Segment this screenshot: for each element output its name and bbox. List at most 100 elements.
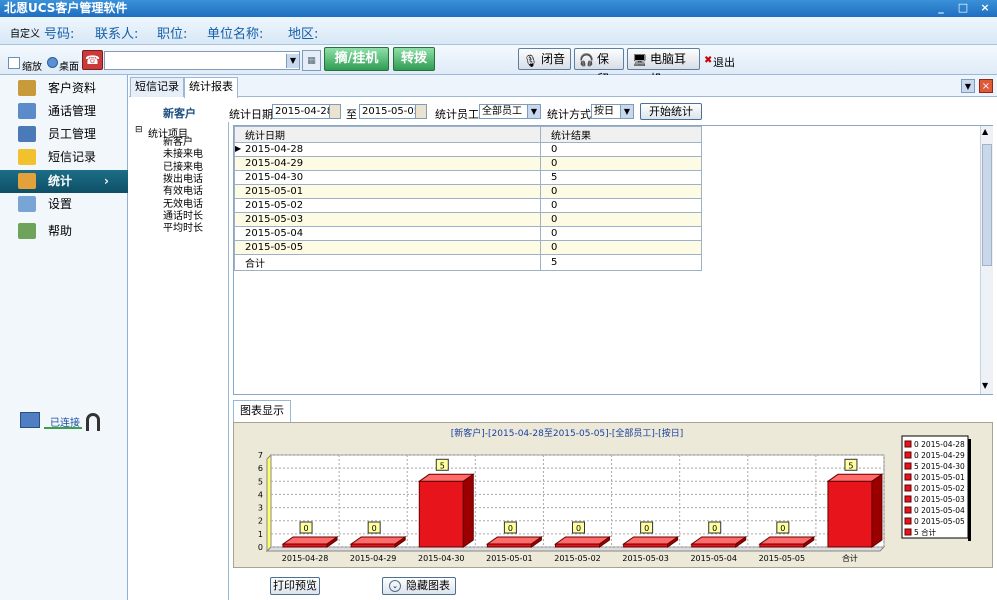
hold-button[interactable]: 🎧 保留 [574,48,624,86]
y-tick-label: 4 [258,490,263,499]
section-title: 新客户 [163,107,196,120]
table-row[interactable]: 2015-04-30 5 [234,170,702,185]
phone-label: 号码: [44,27,75,42]
dropdown-icon[interactable]: ▼ [961,79,975,93]
sidebar-item-customer[interactable]: 客户资料 [0,77,128,100]
sidebar-item-sms[interactable]: 短信记录 [0,146,128,169]
table-row[interactable]: 合计 5 [234,254,702,271]
tree-item[interactable]: 已接来电 [163,162,203,174]
envelope-icon [18,149,36,165]
close-tab-icon[interactable]: × [979,79,993,93]
minimize-button[interactable]: _ [933,1,949,16]
chart-left-wall [266,453,272,553]
print-preview-button[interactable]: 打印预览 [270,577,320,595]
tab-stats[interactable]: 统计报表 [184,77,238,98]
sidebar-item-stats[interactable]: 统计 › [0,170,128,193]
collapse-icon[interactable]: ⊟ [135,125,143,135]
table-row[interactable]: 2015-05-04 0 [234,226,702,241]
bar-side [871,473,883,548]
transfer-button[interactable]: 转拨 [393,47,435,71]
calendar-icon[interactable] [415,104,427,119]
monitor-icon [20,412,40,428]
sidebar-item-help[interactable]: 帮助 [0,220,128,243]
cell-date: 2015-05-04 [234,226,541,241]
legend-swatch [904,517,912,525]
scroll-up-icon[interactable]: ▲ [982,127,988,136]
table-row[interactable]: 2015-05-05 0 [234,240,702,255]
column-header-date[interactable]: 统计日期 [234,126,541,143]
start-stats-button[interactable]: 开始统计 [640,103,702,120]
desktop-label: 桌面 [59,62,79,73]
date-label: 统计日期 [229,108,273,121]
chevron-down-icon[interactable]: ▼ [527,105,540,118]
calendar-icon[interactable] [329,104,341,119]
cell-date: 2015-04-28 [234,142,541,157]
bar [827,480,873,548]
chevron-down-icon: ⌄ [389,580,401,592]
pc-headset-button[interactable]: 🖥 电脑耳机 [627,48,700,86]
cell-result: 0 [540,184,702,199]
call-log-icon [18,103,36,119]
y-tick-label: 5 [258,477,263,486]
legend-entry: 0 2015-05-04 [914,506,965,515]
data-label: 0 [576,524,581,533]
sidebar-item-label: 统计 [48,174,73,188]
table-row[interactable]: 2015-04-28 0 [234,142,702,157]
exit-button[interactable]: 退出 [713,54,735,70]
stats-tree: ⊟ 统计项目 新客户 未接来电 已接来电 拨出电话 有效电话 无效电话 通话时长 平均时长 [129,122,229,600]
legend-swatch [904,462,912,470]
column-header-result[interactable]: 统计结果 [540,126,702,143]
hangup-button[interactable]: 摘/挂机 [324,47,389,71]
desktop-radio[interactable] [47,57,58,68]
maximize-button[interactable]: □ [955,1,971,16]
title-bar: 北恩UCS客户管理软件 [0,0,997,17]
to-label: 至 [346,108,357,121]
x-tick-label: 2015-05-05 [759,554,806,563]
cell-date: 合计 [234,254,541,271]
cell-date: 2015-05-03 [234,212,541,227]
sidebar-item-settings[interactable]: 设置 [0,193,128,216]
tree-item[interactable]: 无效电话 [163,199,203,211]
tree-item[interactable]: 拨出电话 [163,174,203,186]
bar-side [462,473,474,548]
custom-button[interactable]: 自定义 [10,25,40,40]
sidebar-item-calls[interactable]: 通话管理 [0,100,128,123]
data-label: 5 [848,461,853,470]
chevron-down-icon[interactable]: ▼ [286,54,299,68]
legend-swatch [904,451,912,459]
tab-sms[interactable]: 短信记录 [130,77,184,97]
table-row[interactable]: 2015-05-01 0 [234,184,702,199]
chevron-down-icon[interactable]: ▼ [620,105,633,118]
position-label: 职位: [157,27,188,42]
legend-swatch [904,440,912,448]
tree-item[interactable]: 新客户 [163,137,193,149]
sidebar-item-label: 帮助 [48,224,73,238]
table-row[interactable]: 2015-05-02 0 [234,198,702,213]
sidebar-item-label: 客户资料 [48,81,97,95]
y-tick-label: 0 [258,543,263,552]
hide-chart-button[interactable]: ⌄ 隐藏图表 [382,577,456,595]
bar-chart-icon [18,173,36,189]
vertical-scrollbar[interactable]: ▲ ▼ [980,126,993,394]
scrollbar-thumb[interactable] [982,144,992,266]
cell-result: 0 [540,240,702,255]
sidebar-item-staff[interactable]: 员工管理 [0,123,128,146]
table-row[interactable]: 2015-05-03 0 [234,212,702,227]
tree-item[interactable]: 未接来电 [163,149,203,161]
tree-item[interactable]: 通话时长 [163,211,203,223]
method-label: 统计方式 [547,108,591,121]
shrink-checkbox[interactable] [8,57,20,69]
table-row[interactable]: 2015-04-29 0 [234,156,702,171]
sidebar-item-label: 短信记录 [48,150,97,164]
tree-item[interactable]: 平均时长 [163,223,203,235]
scroll-down-icon[interactable]: ▼ [982,381,988,390]
legend-entry: 0 2015-04-28 [914,440,965,449]
x-tick-label: 2015-05-02 [554,554,601,563]
mute-button[interactable]: 🎙 闭音 [518,48,571,70]
tree-item[interactable]: 有效电话 [163,186,203,198]
phone-number-input[interactable] [104,51,300,70]
legend-entry: 0 2015-04-29 [914,451,965,460]
tab-chart[interactable]: 图表显示 [233,400,291,422]
dialpad-icon[interactable]: ▦ [302,50,321,71]
close-button[interactable]: × [977,1,993,16]
